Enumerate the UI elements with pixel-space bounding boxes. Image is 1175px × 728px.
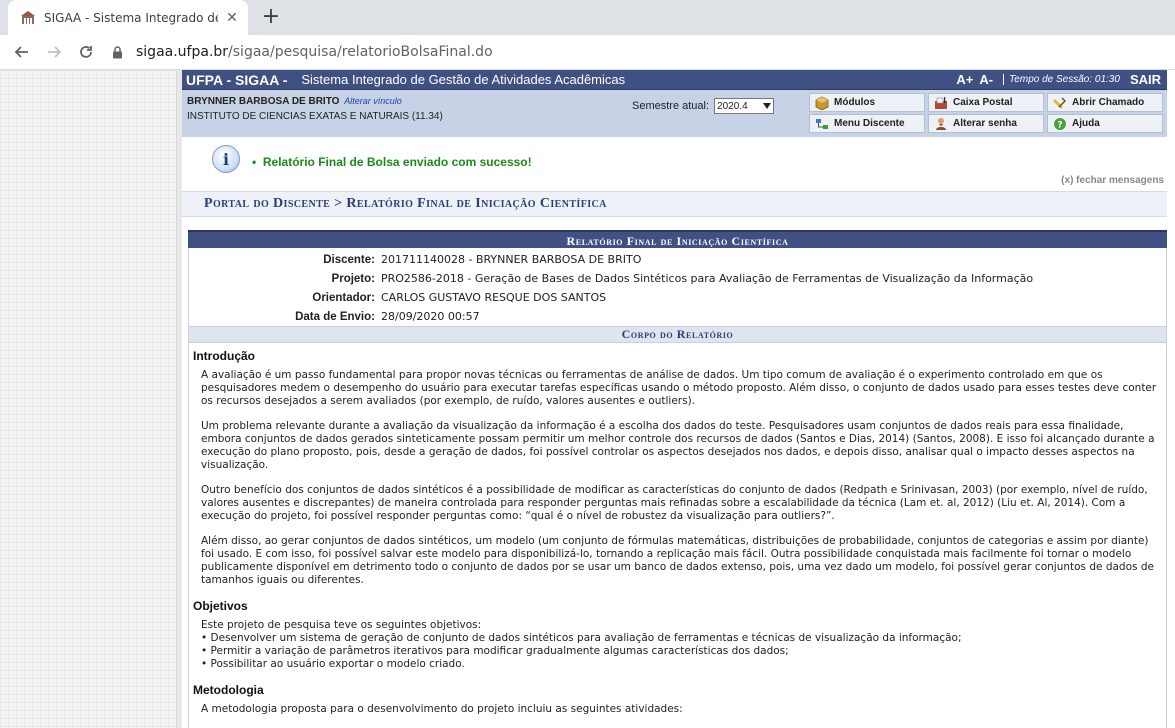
abrir-chamado-button[interactable]: Abrir Chamado — [1047, 93, 1163, 112]
objetivo-item: • Permitir a variação de parâmetros iter… — [201, 645, 789, 657]
cube-icon — [814, 96, 830, 110]
info-icon: i — [212, 145, 240, 173]
url-path: /sigaa/pesquisa/relatorioBolsaFinal.do — [228, 44, 493, 60]
field-value: 201711140028 - BRYNNER BARBOSA DE BRITO — [381, 253, 642, 266]
reload-icon[interactable] — [72, 38, 100, 66]
report-body: Introdução A avaliação é um passo fundam… — [188, 343, 1167, 728]
user-key-icon — [933, 117, 949, 131]
caixa-postal-button[interactable]: Caixa Postal — [928, 93, 1044, 112]
bullet: • — [252, 155, 263, 169]
objetivo-item: • Possibilitar ao usuário exportar o mod… — [201, 658, 465, 670]
field-label: Projeto: — [331, 272, 375, 285]
background-pattern — [0, 70, 176, 728]
forward-icon[interactable] — [40, 38, 68, 66]
svg-text:?: ? — [1057, 120, 1062, 130]
browser-tab[interactable]: SIGAA - Sistema Integrado de Gestão ✕ — [8, 0, 248, 35]
lock-icon[interactable] — [110, 45, 124, 59]
browser-tabbar: SIGAA - Sistema Integrado de Gestão ✕ + — [0, 0, 1175, 35]
field-value: CARLOS GUSTAVO RESQUE DOS SANTOS — [381, 291, 607, 304]
success-message-text: Relatório Final de Bolsa enviado com suc… — [262, 155, 532, 169]
report-fields: Discente: 201711140028 - BRYNNER BARBOSA… — [188, 248, 1167, 326]
ajuda-button[interactable]: ? Ajuda — [1047, 114, 1163, 133]
caixa-postal-label: Caixa Postal — [953, 97, 1013, 108]
field-value: PRO2586-2018 - Geração de Bases de Dados… — [381, 272, 1034, 285]
objetivo-item: • Desenvolver um sistema de geração de c… — [201, 632, 962, 644]
breadcrumb: Portal do Discente > Relatório Final de … — [182, 191, 1167, 217]
tab-title: SIGAA - Sistema Integrado de Gestão — [44, 10, 218, 25]
report-panel: Relatório Final de Iniciação Científica … — [188, 230, 1167, 728]
section-title-metodologia: Metodologia — [193, 683, 264, 697]
modulos-button[interactable]: Módulos — [809, 93, 925, 112]
browser-toolbar: sigaa.ufpa.br/sigaa/pesquisa/relatorioBo… — [0, 35, 1175, 70]
objetivos-list: Este projeto de pesquisa teve os seguint… — [201, 619, 1162, 671]
semester-select[interactable]: 2020.4 — [714, 98, 775, 114]
field-label: Data de Envio: — [295, 310, 375, 323]
menu-discente-label: Menu Discente — [834, 118, 905, 129]
close-messages-link[interactable]: (x) fechar mensagens — [1061, 175, 1164, 186]
alterar-senha-button[interactable]: Alterar senha — [928, 114, 1044, 133]
success-message-box: i • Relatório Final de Bolsa enviado com… — [182, 137, 1167, 189]
font-increase-button[interactable]: A+ — [956, 72, 973, 87]
quick-menu: Módulos Caixa Postal Abrir Chamado Menu … — [809, 93, 1163, 133]
field-row-data-envio: Data de Envio: 28/09/2020 00:57 — [189, 307, 1166, 326]
sigaa-logo[interactable]: UFPA - SIGAA - — [186, 72, 287, 88]
user-info-panel: BRYNNER BARBOSA DE BRITO Alterar vínculo… — [182, 90, 1167, 137]
user-institute: INSTITUTO DE CIENCIAS EXATAS E NATURAIS … — [187, 111, 443, 122]
header-controls: A+ A- Tempo de Sessão: 01:30 SAIR — [956, 72, 1161, 87]
report-title: Relatório Final de Iniciação Científica — [188, 230, 1167, 248]
logout-button[interactable]: SAIR — [1130, 72, 1161, 87]
back-icon[interactable] — [8, 38, 36, 66]
field-row-discente: Discente: 201711140028 - BRYNNER BARBOSA… — [189, 250, 1166, 269]
intro-paragraph: Além disso, ao gerar conjuntos de dados … — [201, 535, 1154, 586]
objetivos-intro: Este projeto de pesquisa teve os seguint… — [201, 619, 482, 631]
field-row-orientador: Orientador: CARLOS GUSTAVO RESQUE DOS SA… — [189, 288, 1166, 307]
help-icon: ? — [1052, 117, 1068, 131]
sigaa-favicon-icon — [20, 10, 36, 26]
ticket-icon — [1052, 96, 1068, 110]
abrir-chamado-label: Abrir Chamado — [1072, 97, 1145, 108]
semester-selector: Semestre atual: 2020.4 — [632, 98, 775, 114]
report-body-title: Corpo do Relatório — [188, 326, 1167, 343]
sigaa-container: UFPA - SIGAA - Sistema Integrado de Gest… — [182, 70, 1167, 728]
intro-paragraph: Um problema relevante durante a avaliaçã… — [201, 420, 1155, 471]
success-message: • Relatório Final de Bolsa enviado com s… — [252, 155, 532, 169]
session-timer: Tempo de Sessão: 01:30 — [1003, 74, 1120, 85]
sigaa-subtitle: Sistema Integrado de Gestão de Atividade… — [301, 72, 626, 87]
metodologia-paragraph: A metodologia proposta para o desenvolvi… — [201, 703, 683, 715]
field-label: Discente: — [323, 253, 375, 266]
field-row-projeto: Projeto: PRO2586-2018 - Geração de Bases… — [189, 269, 1166, 288]
new-tab-icon[interactable]: + — [258, 4, 284, 30]
field-label: Orientador: — [312, 291, 375, 304]
intro-paragraph: A avaliação é um passo fundamental para … — [201, 369, 1157, 407]
chevron-down-icon — [763, 101, 772, 112]
user-name: BRYNNER BARBOSA DE BRITO — [187, 96, 340, 107]
ajuda-label: Ajuda — [1072, 118, 1100, 129]
menu-tree-icon — [814, 117, 830, 131]
modulos-label: Módulos — [834, 97, 876, 108]
intro-paragraph: Outro benefício dos conjuntos de dados s… — [201, 484, 1148, 522]
address-bar[interactable]: sigaa.ufpa.br/sigaa/pesquisa/relatorioBo… — [110, 38, 1175, 66]
page-viewport: UFPA - SIGAA - Sistema Integrado de Gest… — [0, 70, 1175, 728]
url-host: sigaa.ufpa.br — [136, 44, 229, 60]
mailbox-icon — [933, 96, 949, 110]
semester-label: Semestre atual: — [632, 100, 710, 112]
font-decrease-button[interactable]: A- — [979, 72, 993, 87]
semester-value: 2020.4 — [717, 100, 748, 112]
sigaa-header: UFPA - SIGAA - Sistema Integrado de Gest… — [182, 70, 1167, 90]
tab-close-icon[interactable]: ✕ — [224, 10, 240, 26]
field-value: 28/09/2020 00:57 — [381, 310, 480, 323]
alterar-senha-label: Alterar senha — [953, 118, 1017, 129]
menu-discente-button[interactable]: Menu Discente — [809, 114, 925, 133]
user-name-line: BRYNNER BARBOSA DE BRITO Alterar vínculo — [187, 96, 402, 107]
section-title-introducao: Introdução — [193, 349, 255, 363]
change-link[interactable]: Alterar vínculo — [344, 96, 402, 106]
section-title-objetivos: Objetivos — [193, 599, 248, 613]
